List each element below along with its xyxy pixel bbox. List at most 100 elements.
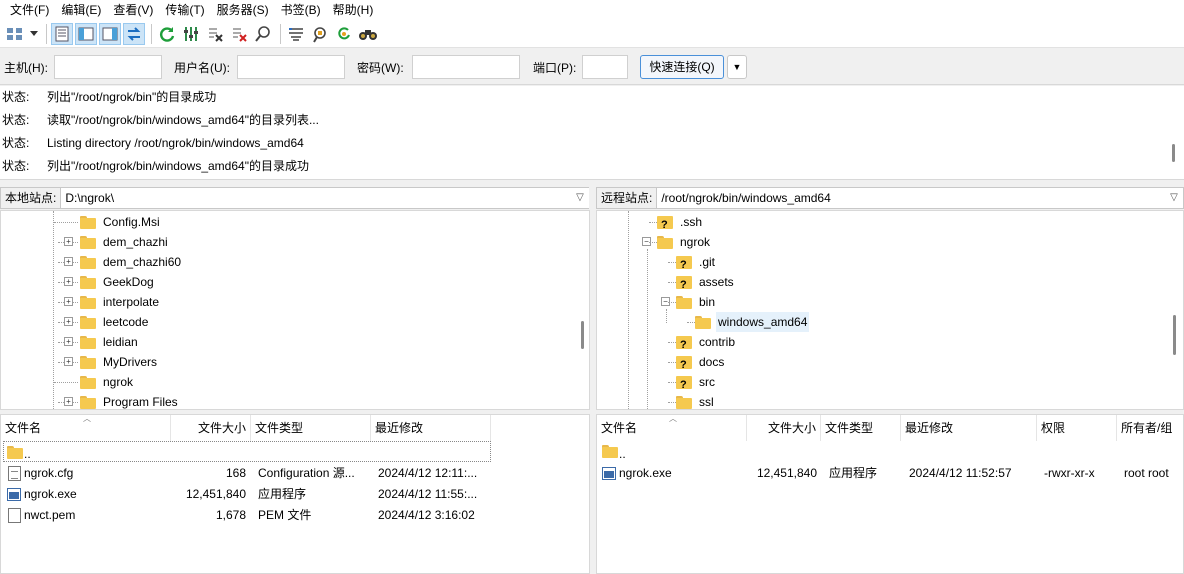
tree-node[interactable]: dem_chazhi xyxy=(80,232,170,252)
search-remote-icon[interactable] xyxy=(252,23,274,45)
tree-guide-line xyxy=(668,262,676,263)
tree-node[interactable]: leetcode xyxy=(80,312,150,332)
tree-node-label: ssl xyxy=(699,395,714,409)
sort-arrow-icon: ︿ xyxy=(83,414,91,423)
process-queue-icon[interactable] xyxy=(180,23,202,45)
tree-node-label: src xyxy=(699,375,715,389)
parent-dir-row[interactable]: .. xyxy=(3,441,491,462)
tree-node[interactable]: ngrok xyxy=(80,372,135,392)
unknown-folder-icon: ? xyxy=(676,255,692,271)
log-scrollbar[interactable] xyxy=(1172,144,1175,162)
table-row[interactable]: nwct.pem 1,678 PEM 文件 2024/4/12 3:16:02 xyxy=(1,505,589,526)
remote-tree-scrollbar[interactable] xyxy=(1173,315,1176,355)
parent-dir-row[interactable]: .. xyxy=(597,442,1183,463)
tree-node[interactable]: dem_chazhi60 xyxy=(80,252,183,272)
tree-node[interactable]: ? .git xyxy=(676,252,717,272)
tree-node-label: leidian xyxy=(103,335,138,349)
compare-icon[interactable] xyxy=(309,23,331,45)
menu-help[interactable]: 帮助(H) xyxy=(327,0,380,20)
log-line: 状态: 列出"/root/ngrok/bin/windows_amd64"的目录成… xyxy=(2,155,309,178)
file-size: 12,451,840 xyxy=(756,466,817,480)
tree-node[interactable]: ? assets xyxy=(676,272,736,292)
remote-path-input[interactable]: /root/ngrok/bin/windows_amd64 xyxy=(657,188,1165,208)
col-filetype[interactable]: 文件类型 xyxy=(821,415,901,441)
remote-directory-tree: ? .ssh − ngrok? .git? assets − bin windows_amd64… xyxy=(596,210,1184,410)
tree-node[interactable]: Program Files xyxy=(80,392,180,409)
col-filetype[interactable]: 文件类型 xyxy=(251,415,371,441)
local-path-dropdown-icon[interactable]: ▽ xyxy=(571,188,589,208)
file-size: 168 xyxy=(225,466,246,480)
tree-expand-icon[interactable]: + xyxy=(64,237,73,246)
tree-guide-line xyxy=(647,249,648,409)
quickconnect-dropdown-icon[interactable]: ▼ xyxy=(727,55,747,79)
tree-expand-icon[interactable]: + xyxy=(64,357,73,366)
menu-bookmarks[interactable]: 书签(B) xyxy=(275,0,327,20)
menu-view[interactable]: 查看(V) xyxy=(107,0,159,20)
col-filesize[interactable]: 文件大小 xyxy=(171,415,251,441)
host-input[interactable] xyxy=(54,55,162,79)
refresh-icon[interactable] xyxy=(156,23,178,45)
tree-expand-icon[interactable]: + xyxy=(64,297,73,306)
col-modified[interactable]: 最近修改 xyxy=(901,415,1037,441)
local-directory-tree: Config.Msi + dem_chazhi + dem_chazhi60 + GeekD… xyxy=(0,210,590,410)
quickconnect-button[interactable]: 快速连接(Q) xyxy=(640,55,724,79)
port-input[interactable] xyxy=(582,55,628,79)
password-input[interactable] xyxy=(412,55,520,79)
tree-node[interactable]: windows_amd64 xyxy=(695,312,810,332)
tree-node[interactable]: GeekDog xyxy=(80,272,156,292)
tree-node[interactable]: MyDrivers xyxy=(80,352,159,372)
file-name: ngrok.exe xyxy=(619,466,672,480)
remote-path-dropdown-icon[interactable]: ▽ xyxy=(1165,188,1183,208)
tree-expand-icon[interactable]: + xyxy=(64,277,73,286)
col-modified[interactable]: 最近修改 xyxy=(371,415,491,441)
filter-icon[interactable] xyxy=(285,23,307,45)
menu-transfer[interactable]: 传输(T) xyxy=(159,0,210,20)
col-owner[interactable]: 所有者/组 xyxy=(1117,415,1183,441)
tree-node-label: assets xyxy=(699,275,734,289)
local-tree-icon[interactable] xyxy=(75,22,97,45)
tree-node[interactable]: interpolate xyxy=(80,292,161,312)
tree-node[interactable]: bin xyxy=(676,292,717,312)
username-input[interactable] xyxy=(237,55,345,79)
tree-node[interactable]: ngrok xyxy=(657,232,712,252)
cancel-operation-icon[interactable] xyxy=(204,23,226,45)
tree-expand-icon[interactable]: + xyxy=(64,397,73,406)
tree-node[interactable]: Config.Msi xyxy=(80,212,162,232)
tree-node[interactable]: ? src xyxy=(676,372,717,392)
message-log: 状态: 列出"/root/ngrok/bin"的目录成功 状态: 读取"/root/… xyxy=(0,86,1184,180)
folder-icon xyxy=(80,275,96,289)
tree-expand-icon[interactable]: + xyxy=(64,257,73,266)
tree-node[interactable]: ? docs xyxy=(676,352,726,372)
table-row[interactable]: ngrok.cfg 168 Configuration 源... 2024/4/… xyxy=(1,463,589,484)
menu-edit[interactable]: 编辑(E) xyxy=(55,0,107,20)
col-filesize[interactable]: 文件大小 xyxy=(747,415,821,441)
tree-node-label: bin xyxy=(699,295,716,309)
tree-expand-icon[interactable]: + xyxy=(64,317,73,326)
tree-node-label: docs xyxy=(699,355,725,369)
tree-expand-icon[interactable]: + xyxy=(64,337,73,346)
sync-browse-icon[interactable] xyxy=(333,23,355,45)
binoculars-icon[interactable] xyxy=(357,23,379,45)
disconnect-icon[interactable] xyxy=(228,23,250,45)
local-path-input[interactable]: D:\ngrok\ xyxy=(61,188,571,208)
tree-node[interactable]: ? contrib xyxy=(676,332,737,352)
table-row[interactable]: ngrok.exe 12,451,840 应用程序 2024/4/12 11:5… xyxy=(597,463,1183,484)
tree-node[interactable]: ssl xyxy=(676,392,716,409)
col-permissions[interactable]: 权限 xyxy=(1037,415,1117,441)
tree-guide-line xyxy=(668,402,676,403)
local-site-label: 本地站点: xyxy=(1,188,62,208)
menu-server[interactable]: 服务器(S) xyxy=(211,0,275,20)
remote-tree-icon[interactable] xyxy=(99,22,121,45)
local-tree-scrollbar[interactable] xyxy=(581,321,584,349)
tree-node[interactable]: leidian xyxy=(80,332,140,352)
folder-icon xyxy=(695,315,711,329)
message-log-icon[interactable] xyxy=(51,22,73,45)
transfer-queue-icon[interactable] xyxy=(123,22,145,45)
table-row[interactable]: ngrok.exe 12,451,840 应用程序 2024/4/12 11:5… xyxy=(1,484,589,505)
site-manager-icon[interactable] xyxy=(4,23,26,45)
tree-node[interactable]: ? .ssh xyxy=(657,212,704,232)
menu-file[interactable]: 文件(F) xyxy=(4,0,55,20)
text-file-icon xyxy=(8,466,21,481)
dropdown-arrow-icon[interactable] xyxy=(28,23,40,45)
folder-icon xyxy=(80,295,96,309)
